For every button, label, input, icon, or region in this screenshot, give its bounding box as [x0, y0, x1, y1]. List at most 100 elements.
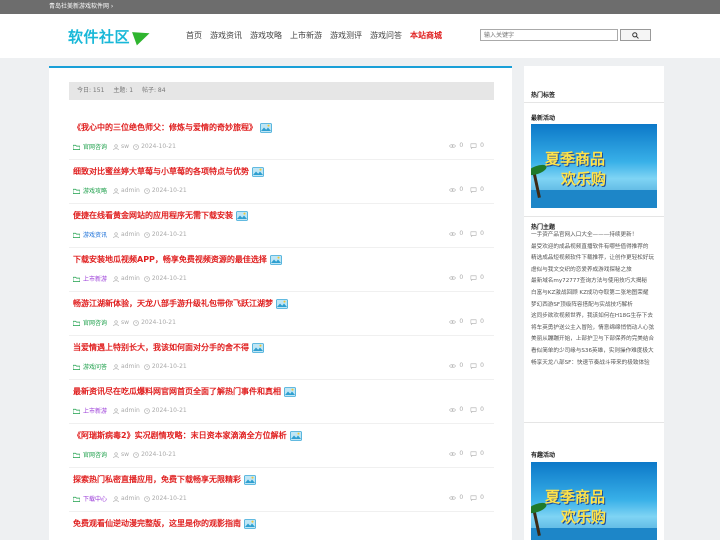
nav-game-news[interactable]: 游戏资讯: [210, 30, 242, 41]
main-tab-indicator: [49, 66, 89, 68]
hot-topic-item[interactable]: 看似简单的少司缘与S36英雄，实则操作难度极大: [531, 346, 661, 358]
post-title-text[interactable]: 探索热门私密直播应用，免费下载畅享无限精彩: [73, 474, 241, 485]
post-title-text[interactable]: 便捷在线看黄金网站的应用程序无需下载安装: [73, 210, 233, 221]
user-icon: [113, 363, 119, 370]
post-title[interactable]: 《阿瑞斯病毒2》实况剧情攻略：末日资本家滴滴全方位解析: [73, 430, 302, 441]
post-title[interactable]: 免费观看仙逆动漫完整版，这里是你的观影指南: [73, 518, 256, 529]
comment-icon: [470, 363, 477, 369]
folder-icon: [73, 188, 80, 194]
folder-icon: [73, 232, 80, 238]
hot-topic-item[interactable]: 精选成品短视频软件下载推荐，让创作更轻松好玩: [531, 253, 661, 265]
post-category[interactable]: 游戏问答: [83, 362, 107, 371]
post-title[interactable]: 最新资讯尽在吃瓜爆料网官网首页全面了解热门事件和真相: [73, 386, 296, 397]
summer-sale-banner[interactable]: 夏季商品 欢乐购: [531, 124, 657, 208]
nav-game-guides[interactable]: 游戏攻略: [250, 30, 282, 41]
folder-icon: [73, 408, 80, 414]
post-title-text[interactable]: 当爱情遇上特别长大，我该如何面对分手的舍不得: [73, 342, 249, 353]
post-row[interactable]: 最新资讯尽在吃瓜爆料网官网首页全面了解热门事件和真相 上市新游 admin 20…: [69, 380, 494, 424]
hot-topic-item[interactable]: 梦幻西游SF顶级阵容搭配与实战技巧解析: [531, 300, 661, 312]
search-button[interactable]: [620, 29, 651, 41]
post-comments: 0: [480, 142, 484, 149]
post-row[interactable]: 免费观看仙逆动漫完整版，这里是你的观影指南: [69, 512, 494, 540]
nav-game-qa[interactable]: 游戏问答: [370, 30, 402, 41]
nav-store[interactable]: 本站商城: [410, 30, 442, 41]
post-row[interactable]: 细致对比蜜丝婷大草莓与小草莓的各项特点与优势 游戏攻略 admin 2024-1…: [69, 160, 494, 204]
logo-flag-icon: [132, 26, 152, 46]
post-meta: 官网咨询 sw 2024-10-21: [73, 318, 176, 327]
hot-topic-item[interactable]: 一手资产品官网入口大全———持续更新！: [531, 230, 661, 242]
post-views: 0: [459, 230, 464, 237]
post-stats: 0 0: [449, 362, 484, 369]
search-input[interactable]: [480, 29, 618, 41]
hot-topic-item[interactable]: 虐似与我文交织的恋爱养成游戏探秘之旅: [531, 265, 661, 277]
post-title-text[interactable]: 下载安装地瓜视频APP，畅享免费视频资源的最佳选择: [73, 254, 267, 265]
hot-topic-item[interactable]: 最新域名my72777查询方法与使用技巧大揭秘: [531, 276, 661, 288]
clock-icon: [144, 231, 150, 238]
post-title-text[interactable]: 免费观看仙逆动漫完整版，这里是你的观影指南: [73, 518, 241, 529]
post-category[interactable]: 上市新游: [83, 406, 107, 415]
eye-icon: [449, 407, 457, 412]
post-comments: 0: [480, 406, 484, 413]
nav-home[interactable]: 首页: [186, 30, 202, 41]
post-category[interactable]: 官网咨询: [83, 450, 107, 459]
post-category[interactable]: 下载中心: [83, 494, 107, 503]
site-breadcrumb[interactable]: 青岛社美新游戏软件网 ›: [49, 3, 113, 10]
post-date: 2024-10-21: [141, 319, 176, 326]
user-icon: [113, 407, 119, 414]
image-icon: [252, 166, 264, 177]
post-row[interactable]: 当爱情遇上特别长大，我该如何面对分手的舍不得 游戏问答 admin 2024-1…: [69, 336, 494, 380]
post-author[interactable]: admin: [121, 495, 140, 502]
post-date: 2024-10-21: [151, 495, 187, 502]
comment-icon: [470, 407, 477, 413]
image-icon: [284, 386, 296, 397]
post-title[interactable]: 下载安装地瓜视频APP，畅享免费视频资源的最佳选择: [73, 254, 282, 265]
summer-sale-banner-2[interactable]: 夏季商品 欢乐购: [531, 462, 657, 540]
user-icon: [113, 495, 119, 502]
post-title[interactable]: 《我心中的三位绝色师父：修炼与爱情的奇妙旅程》: [73, 122, 272, 133]
hot-topic-item[interactable]: 这同步欲欢视频世界，我该如何在H18G生存下去: [531, 311, 661, 323]
post-category[interactable]: 游戏攻略: [83, 186, 107, 195]
clock-icon: [144, 495, 150, 502]
hot-topic-item[interactable]: 美丽从蹦蹦开始，上部护卫与下部保养的完美结合: [531, 334, 661, 346]
post-author[interactable]: admin: [121, 407, 140, 414]
hot-topic-item[interactable]: 将车英勇护送公主入冒险，情意绵绵悄悄动人心弦: [531, 323, 661, 335]
post-author[interactable]: admin: [121, 187, 140, 194]
post-title-text[interactable]: 最新资讯尽在吃瓜爆料网官网首页全面了解热门事件和真相: [73, 386, 281, 397]
post-category[interactable]: 上市新游: [83, 274, 107, 283]
post-title-text[interactable]: 细致对比蜜丝婷大草莓与小草莓的各项特点与优势: [73, 166, 249, 177]
post-author[interactable]: admin: [121, 231, 140, 238]
eye-icon: [449, 495, 457, 500]
hot-topic-item[interactable]: 畅享天龙八部SF：快速节奏战斗带来的极致体验: [531, 358, 661, 370]
post-title-text[interactable]: 《我心中的三位绝色师父：修炼与爱情的奇妙旅程》: [73, 122, 257, 133]
post-title[interactable]: 便捷在线看黄金网站的应用程序无需下载安装: [73, 210, 248, 221]
post-category[interactable]: 官网咨询: [83, 318, 107, 327]
comment-icon: [470, 187, 477, 193]
post-title[interactable]: 探索热门私密直播应用，免费下载畅享无限精彩: [73, 474, 256, 485]
nav-game-reviews[interactable]: 游戏测评: [330, 30, 362, 41]
hot-topic-item[interactable]: 最受欢迎的成品视频直播软件有哪些值得推荐的: [531, 242, 661, 254]
post-row[interactable]: 畅游江湖新体验，天龙八部手游升级礼包带你飞跃江湖梦 官网咨询 sw 2024-1…: [69, 292, 494, 336]
post-row[interactable]: 《我心中的三位绝色师父：修炼与爱情的奇妙旅程》 官网咨询 sw 2024-10-…: [69, 116, 494, 160]
hot-topic-item[interactable]: 白富与KZ激战回顾 KZ成功夺取第二张地图荣耀: [531, 288, 661, 300]
post-row[interactable]: 下载安装地瓜视频APP，畅享免费视频资源的最佳选择 上市新游 admin 202…: [69, 248, 494, 292]
site-logo[interactable]: 软件社区: [68, 26, 152, 46]
post-row[interactable]: 便捷在线看黄金网站的应用程序无需下载安装 游戏资讯 admin 2024-10-…: [69, 204, 494, 248]
post-author[interactable]: admin: [121, 275, 140, 282]
post-author[interactable]: sw: [121, 451, 129, 458]
post-author[interactable]: sw: [121, 319, 129, 326]
post-title[interactable]: 当爱情遇上特别长大，我该如何面对分手的舍不得: [73, 342, 264, 353]
banner-line-1: 夏季商品: [545, 488, 606, 506]
post-author[interactable]: admin: [121, 363, 140, 370]
post-category[interactable]: 官网咨询: [83, 142, 107, 151]
banner-line-1: 夏季商品: [545, 150, 606, 168]
post-title[interactable]: 畅游江湖新体验，天龙八部手游升级礼包带你飞跃江湖梦: [73, 298, 288, 309]
post-title[interactable]: 细致对比蜜丝婷大草莓与小草莓的各项特点与优势: [73, 166, 264, 177]
post-category[interactable]: 游戏资讯: [83, 230, 107, 239]
nav-new-games[interactable]: 上市新游: [290, 30, 322, 41]
post-stats: 0 0: [449, 230, 484, 237]
post-author[interactable]: sw: [121, 143, 129, 150]
post-title-text[interactable]: 《阿瑞斯病毒2》实况剧情攻略：末日资本家滴滴全方位解析: [73, 430, 287, 441]
post-title-text[interactable]: 畅游江湖新体验，天龙八部手游升级礼包带你飞跃江湖梦: [73, 298, 273, 309]
post-row[interactable]: 探索热门私密直播应用，免费下载畅享无限精彩 下载中心 admin 2024-10…: [69, 468, 494, 512]
post-row[interactable]: 《阿瑞斯病毒2》实况剧情攻略：末日资本家滴滴全方位解析 官网咨询 sw 2024…: [69, 424, 494, 468]
